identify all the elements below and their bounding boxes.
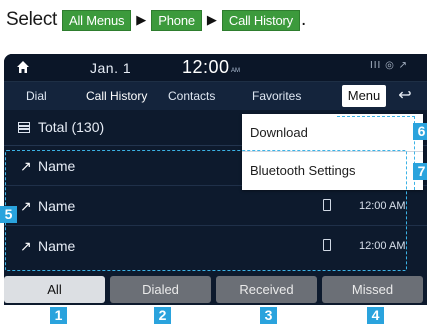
- callout-badge: 1: [50, 307, 67, 324]
- instruction-period: .: [300, 9, 307, 30]
- status-time: 12:00: [182, 57, 230, 77]
- call-history-chip: Call History: [221, 9, 300, 31]
- status-icons: III ◎ ↗: [370, 60, 408, 71]
- filter-tab-dialed[interactable]: Dialed: [110, 276, 211, 303]
- total-count: Total (130): [38, 119, 105, 135]
- phone-chip: Phone: [151, 9, 202, 31]
- menu-button[interactable]: Menu: [342, 85, 386, 107]
- callout-badge: 2: [154, 307, 171, 324]
- arrow-right-icon: ▶: [136, 12, 147, 27]
- tab-contacts[interactable]: Contacts: [168, 89, 215, 103]
- filter-tab-missed[interactable]: Missed: [322, 276, 423, 303]
- list-icon: [18, 122, 30, 133]
- home-icon[interactable]: [16, 60, 30, 74]
- filter-tab-received[interactable]: Received: [216, 276, 317, 303]
- callout-badge: 6: [413, 123, 427, 140]
- status-date: Jan. 1: [90, 60, 132, 76]
- callout-badge: 3: [260, 307, 277, 324]
- menu-highlight: [337, 116, 415, 190]
- tab-favorites[interactable]: Favorites: [252, 89, 301, 103]
- instruction-lead: Select: [6, 9, 58, 30]
- tab-dial[interactable]: Dial: [26, 89, 47, 103]
- callout-badge: 5: [0, 206, 17, 223]
- tab-call-history[interactable]: Call History: [86, 89, 147, 103]
- back-icon[interactable]: ↩: [393, 86, 417, 106]
- status-ampm: AM: [231, 68, 240, 74]
- phone-tab-bar: Dial Call History Contacts Favorites Men…: [4, 82, 427, 110]
- callout-badge: 7: [413, 163, 427, 180]
- filter-tab-all[interactable]: All: [4, 276, 105, 303]
- filter-tab-bar: All Dialed Received Missed: [0, 276, 427, 303]
- status-bar: Jan. 1 12:00 AM III ◎ ↗: [4, 54, 427, 82]
- all-menus-chip: All Menus: [62, 9, 132, 31]
- arrow-right-icon: ▶: [206, 12, 217, 27]
- callout-badge: 4: [367, 307, 384, 324]
- instruction-line: Select All Menus ▶ Phone ▶ Call History …: [6, 6, 306, 34]
